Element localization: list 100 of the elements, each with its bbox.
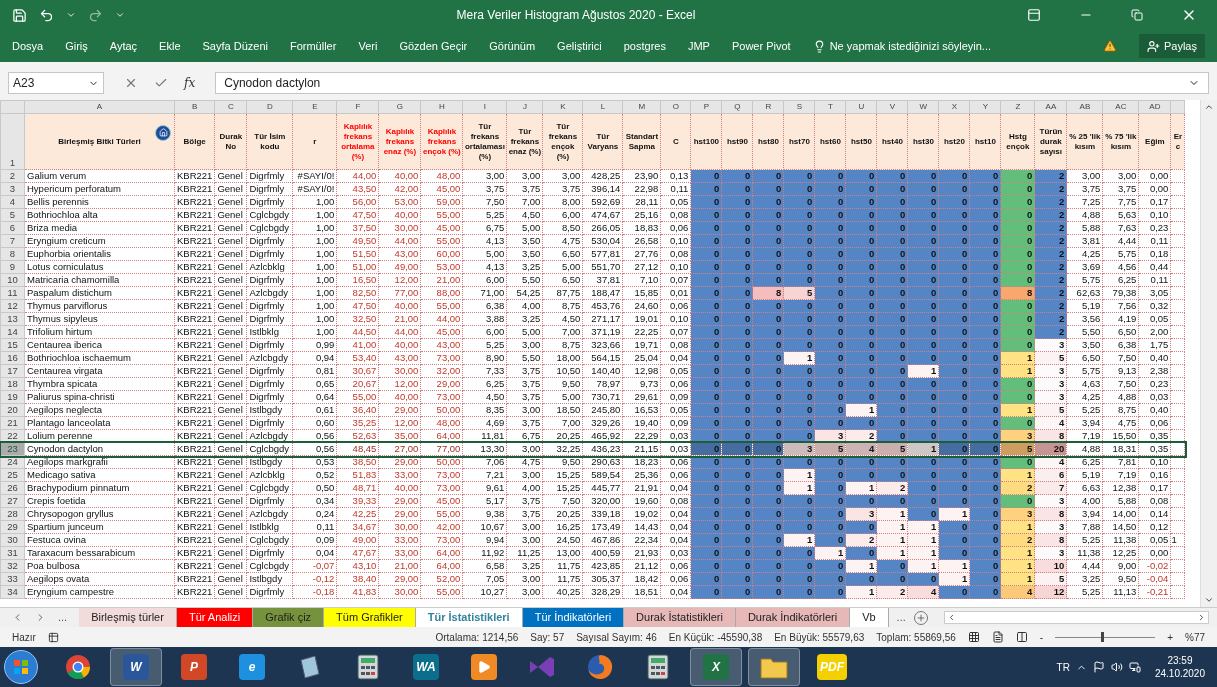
start-button[interactable] [4, 650, 38, 684]
macro-record-icon[interactable] [47, 631, 59, 643]
table-row[interactable]: 9 Lotus corniculatus KBR221 Genel Azlcbklg 1,00 51,00 49,00 53,00 4,13 3,25 5,00 551,70 27,12 0,10 0 0 0 0 0 0 0 0 0 0 0 2 3,69 4,56 0,44 [0, 260, 1185, 274]
ribbon-tab[interactable]: Formüller [289, 37, 337, 55]
cancel-icon[interactable] [124, 76, 138, 90]
scroll-up-icon[interactable] [1204, 102, 1214, 112]
network-icon[interactable] [1128, 661, 1141, 673]
column-header[interactable]: X [938, 100, 970, 114]
restore-icon[interactable] [1131, 9, 1143, 21]
ribbon-tab[interactable]: postgres [623, 37, 666, 55]
ribbon-tab[interactable]: Power Pivot [731, 37, 791, 55]
language-indicator[interactable]: TR [1056, 659, 1070, 675]
table-row[interactable]: 14 Trifolium hirtum KBR221 Genel Istlbklg 1,00 44,50 44,00 45,00 6,00 5,00 7,00 371,19 22,25 0,07 0 0 0 0 0 0 0 0 0 0 0 2 5,50 6,50 2,00 [0, 325, 1185, 339]
column-header[interactable]: V [876, 100, 908, 114]
column-header[interactable]: T [814, 100, 846, 114]
table-row[interactable]: 8 Euphorbia orientalis KBR221 Genel Digrfmly 1,00 51,50 43,00 60,00 5,00 3,50 6,50 577,81 27,76 0,08 0 0 0 0 0 0 0 0 0 0 0 2 4,25 5,75 0,18 [0, 247, 1185, 261]
row-header[interactable]: 23 [0, 442, 25, 456]
column-header[interactable]: D [246, 100, 293, 114]
app-icon[interactable]: W [123, 654, 149, 680]
table-row[interactable]: 3 Hypericum perforatum KBR221 Genel Digrfmly #SAYI/0! 43,50 42,00 45,00 3,75 3,75 3,75 396,14 22,98 0,11 0 0 0 0 0 0 0 0 0 0 0 2 3,75 3,75 0,00 [0, 182, 1185, 196]
ribbon-tab[interactable]: Görünüm [489, 37, 536, 55]
ribbon-tab[interactable]: Sayfa Düzeni [202, 37, 268, 55]
column-header[interactable]: F [336, 100, 379, 114]
sheet-tab[interactable]: Grafik çiz [253, 608, 325, 627]
zoom-level[interactable]: %77 [1185, 629, 1205, 645]
table-row[interactable]: 27 Crepis foetida KBR221 Genel Digrfmly 0,34 39,33 29,00 45,00 5,17 3,75 7,50 320,00 19,60 0,08 0 0 0 0 0 0 0 0 0 0 0 3 4,00 5,88 0,08 [0, 494, 1185, 508]
column-header[interactable]: Q [721, 100, 753, 114]
ribbon-tab[interactable]: Dosya [12, 37, 44, 55]
sheet-tab[interactable]: Tür Analizi [176, 608, 254, 627]
table-row[interactable]: 13 Thymus sipyleus KBR221 Genel Digrfmly 1,00 32,50 21,00 44,00 3,88 3,25 4,50 271,17 19,01 0,10 0 0 0 0 0 0 0 0 0 0 0 2 3,56 4,19 0,05 [0, 312, 1185, 326]
warning-icon[interactable] [1102, 39, 1117, 53]
column-header[interactable]: L [582, 100, 623, 114]
table-row[interactable]: 18 Thymbra spicata KBR221 Genel Digrfmly 0,65 20,67 12,00 29,00 6,25 3,75 9,50 78,97 9,73 0,06 0 0 0 0 0 0 0 0 0 0 0 3 4,63 7,50 0,23 [0, 377, 1185, 391]
caret-icon[interactable] [66, 10, 76, 20]
customize-caret-icon[interactable] [115, 10, 125, 20]
enter-icon[interactable] [154, 76, 168, 90]
sheet-tab[interactable]: Tür İstatistikleri [415, 608, 523, 627]
page-break-icon[interactable] [1015, 631, 1028, 643]
table-row[interactable]: 2 Galium verum KBR221 Genel Digrfmly #SAYI/0! 44,00 40,00 48,00 3,00 3,00 3,00 428,25 23,90 0,13 0 0 0 0 0 0 0 0 0 0 0 2 3,00 3,00 0,00 [0, 169, 1185, 183]
calculator-icon[interactable] [357, 654, 379, 680]
column-header[interactable]: W [907, 100, 939, 114]
column-header[interactable]: B [174, 100, 215, 114]
column-header[interactable]: K [542, 100, 583, 114]
table-row[interactable]: 19 Paliurus spina-christi KBR221 Genel Digrfmly 0,64 55,00 40,00 73,00 4,50 3,75 5,00 730,71 29,61 0,09 0 0 0 0 0 0 0 0 0 0 0 3 4,25 4,88 0,03 [0, 390, 1185, 404]
ribbon-tab[interactable]: Ekle [159, 37, 181, 55]
save-icon[interactable] [12, 7, 27, 23]
app-icon[interactable]: WA [413, 654, 439, 680]
formula-field[interactable]: Cynodon dactylon [215, 72, 1209, 94]
column-header[interactable]: J [506, 100, 543, 114]
app-icon[interactable]: X [703, 654, 729, 680]
table-row[interactable]: 29 Spartium junceum KBR221 Genel Istlbklg 0,11 34,67 30,00 42,00 10,67 3,00 16,25 173,49 14,43 0,04 0 0 0 0 0 0 1 1 0 0 1 3 7,88 14,50 0,12 [0, 520, 1185, 534]
sheet-tab[interactable]: Tüm Grafikler [324, 608, 416, 627]
undo-icon[interactable] [39, 7, 54, 23]
ribbon-display-icon[interactable] [1027, 8, 1041, 22]
column-header[interactable]: P [690, 100, 722, 114]
ribbon-tab[interactable]: Veri [358, 37, 378, 55]
column-header[interactable]: AA [1034, 100, 1067, 114]
column-header[interactable]: E [292, 100, 337, 114]
column-header[interactable]: AD [1138, 100, 1171, 114]
table-row[interactable]: 4 Bellis perennis KBR221 Genel Digrfmly 1,00 56,00 53,00 59,00 7,50 7,00 8,00 592,69 28,11 0,05 0 0 0 0 0 0 0 0 0 0 0 2 7,25 7,75 0,17 [0, 195, 1185, 209]
ribbon-tab[interactable]: Aytaç [109, 37, 138, 55]
table-row[interactable]: 17 Centaurea virgata KBR221 Genel Digrfmly 0,81 30,67 30,00 32,00 7,33 3,75 10,50 140,40 12,98 0,05 0 0 0 0 0 0 0 1 0 0 1 3 5,75 9,13 2,38 [0, 364, 1185, 378]
table-row[interactable]: 7 Eryngium creticum KBR221 Genel Digrfmly 1,00 49,50 44,00 55,00 4,13 3,50 4,75 530,04 26,58 0,10 0 0 0 0 0 0 0 0 0 0 0 2 3,81 4,44 0,11 [0, 234, 1185, 248]
table-row[interactable]: 22 Lolium perenne KBR221 Genel Azlcbgdy 0,56 52,63 35,00 64,00 11,81 6,75 20,25 465,92 22,29 0,03 0 0 0 0 3 2 0 0 0 0 3 8 7,19 15,50 0,35 [0, 429, 1185, 443]
table-row[interactable]: 30 Festuca ovina KBR221 Genel Cglcbgdy 0,09 49,00 33,00 73,00 9,94 3,00 24,50 467,86 22,34 0,04 0 0 0 1 0 2 1 1 0 0 2 8 5,25 11,38 0,05 1 [0, 533, 1185, 547]
more-sheets-button[interactable]: ... [58, 609, 68, 626]
table-row[interactable]: 20 Aegilops neglecta KBR221 Genel Istlbgdy 0,61 36,40 29,00 50,00 8,35 3,00 18,50 245,80 16,53 0,05 0 0 0 0 0 1 0 0 0 0 1 5 5,25 8,75 0,40 [0, 403, 1185, 417]
sheet-tab[interactable]: Tür İndikatörleri [522, 608, 625, 627]
sheet-tab[interactable]: Vb [850, 608, 889, 627]
column-header[interactable]: M [622, 100, 661, 114]
table-row[interactable]: 10 Matricaria chamomilla KBR221 Genel Digrfmly 1,00 16,50 12,00 21,00 6,00 5,50 6,50 37,81 7,10 0,07 0 0 0 0 0 0 0 0 0 0 0 2 5,75 6,25 0,11 [0, 273, 1185, 287]
tell-me-field[interactable]: Ne yapmak istediğinizi söyleyin... [829, 37, 992, 55]
table-row[interactable]: 26 Brachypodium pinnatum KBR221 Genel Cglcbgdy 0,50 48,71 40,00 73,00 9,61 4,00 15,25 445,77 21,91 0,04 0 0 0 1 0 1 2 0 0 0 2 7 6,63 12,38 0,17 [0, 481, 1185, 495]
sheet-tab[interactable]: Durak İstatistikleri [624, 608, 736, 627]
calculator-icon[interactable] [647, 654, 669, 680]
column-header[interactable]: G [378, 100, 421, 114]
column-header[interactable]: Z [1000, 100, 1035, 114]
insert-function-button[interactable]: fx [184, 74, 196, 92]
normal-view-icon[interactable] [967, 631, 980, 643]
sheet-tab[interactable]: Birleşmiş türler [79, 608, 177, 627]
table-row[interactable]: 25 Medicago sativa KBR221 Genel Azlcbklg 0,52 51,83 33,00 73,00 7,21 3,00 15,25 589,54 25,36 0,06 0 0 0 1 0 0 0 0 0 0 1 6 5,19 7,19 0,16 [0, 468, 1185, 482]
ribbon-tab[interactable]: Gözden Geçir [399, 37, 468, 55]
table-row[interactable]: 34 Eryngium campestre KBR221 Genel Digrfmly -0,18 41,83 30,00 55,00 10,27 3,00 40,25 328,29 18,51 0,04 0 0 0 0 0 1 2 4 0 0 4 12 5,25 11,13 -0,21 [0, 585, 1185, 599]
column-header[interactable]: AC [1102, 100, 1139, 114]
table-row[interactable]: 32 Poa bulbosa KBR221 Genel Cglcbgdy -0,07 43,10 21,00 64,00 6,58 3,25 11,75 423,85 21,12 0,06 0 0 0 0 0 1 0 1 1 0 1 10 4,44 9,00 -0,02 [0, 559, 1185, 573]
horizontal-scrollbar[interactable] [943, 611, 1209, 624]
column-header[interactable]: S [783, 100, 815, 114]
app-icon[interactable]: P [181, 654, 207, 680]
home-icon[interactable] [155, 124, 171, 141]
table-row[interactable]: 33 Aegilops ovata KBR221 Genel Istlbgdy -0,12 38,40 29,00 52,00 7,05 3,00 11,75 305,37 18,42 0,06 0 0 0 0 0 0 0 0 1 0 1 5 3,25 9,50 -0,04 [0, 572, 1185, 586]
play-icon[interactable] [471, 654, 497, 680]
folder-icon[interactable] [760, 655, 788, 679]
column-header[interactable]: AB [1066, 100, 1103, 114]
column-header[interactable]: H [420, 100, 463, 114]
column-header[interactable]: O [660, 100, 691, 114]
column-header[interactable]: U [845, 100, 877, 114]
flag-icon[interactable] [1092, 661, 1105, 673]
sheet-tab[interactable]: Durak İndikatörleri [735, 608, 851, 627]
browser-icon[interactable] [65, 654, 91, 680]
ribbon-tab[interactable]: Giriş [65, 37, 88, 55]
